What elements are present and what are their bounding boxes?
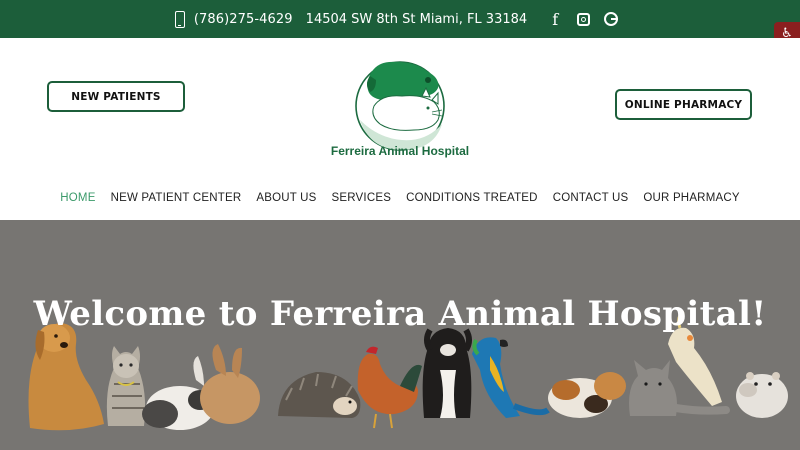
google-icon — [604, 12, 619, 26]
logo-name: Ferreira Animal Hospital — [330, 144, 470, 158]
cat-tabby-kitten — [106, 346, 146, 426]
site-header: NEW PATIENTS ONLINE PHARMACY Ferreira An… — [0, 38, 800, 220]
nav-item-services[interactable]: SERVICES — [332, 192, 392, 214]
nav-item-our-pharmacy[interactable]: OUR PHARMACY — [643, 192, 739, 214]
rabbits — [142, 344, 260, 430]
hero-banner: Welcome to Ferreira Animal Hospital! — [0, 220, 800, 450]
top-contact-bar: (786)275-4629 14504 SW 8th St Miami, FL … — [0, 0, 800, 38]
facebook-icon: f — [552, 9, 559, 29]
parrot-macaw — [472, 337, 550, 418]
instagram-link[interactable] — [575, 11, 591, 27]
nav-item-home[interactable]: HOME — [60, 192, 95, 214]
new-patients-button[interactable]: NEW PATIENTS — [47, 81, 185, 112]
hedgehog — [278, 372, 361, 418]
nav-item-conditions-treated[interactable]: CONDITIONS TREATED — [406, 192, 538, 214]
guinea-pigs — [548, 372, 626, 418]
rooster — [357, 346, 422, 429]
dog-black-white — [422, 328, 472, 418]
nav-item-new-patient-center[interactable]: NEW PATIENT CENTER — [111, 192, 242, 214]
nav-item-about-us[interactable]: ABOUT US — [256, 192, 316, 214]
dog-golden-retriever — [28, 323, 104, 431]
instagram-icon — [576, 12, 590, 26]
facebook-link[interactable]: f — [547, 9, 563, 29]
hero-title: Welcome to Ferreira Animal Hospital! — [33, 294, 767, 334]
google-link[interactable] — [603, 11, 619, 27]
address-link[interactable]: 14504 SW 8th St Miami, FL 33184 — [306, 12, 528, 27]
hamster — [736, 372, 788, 418]
nav-item-contact-us[interactable]: CONTACT US — [553, 192, 629, 214]
phone-icon — [174, 10, 185, 28]
main-nav: HOME NEW PATIENT CENTER ABOUT US SERVICE… — [0, 192, 800, 214]
hero-animals-image — [28, 310, 788, 431]
online-pharmacy-button[interactable]: ONLINE PHARMACY — [615, 89, 752, 120]
phone-number-link[interactable]: (786)275-4629 — [194, 12, 293, 27]
